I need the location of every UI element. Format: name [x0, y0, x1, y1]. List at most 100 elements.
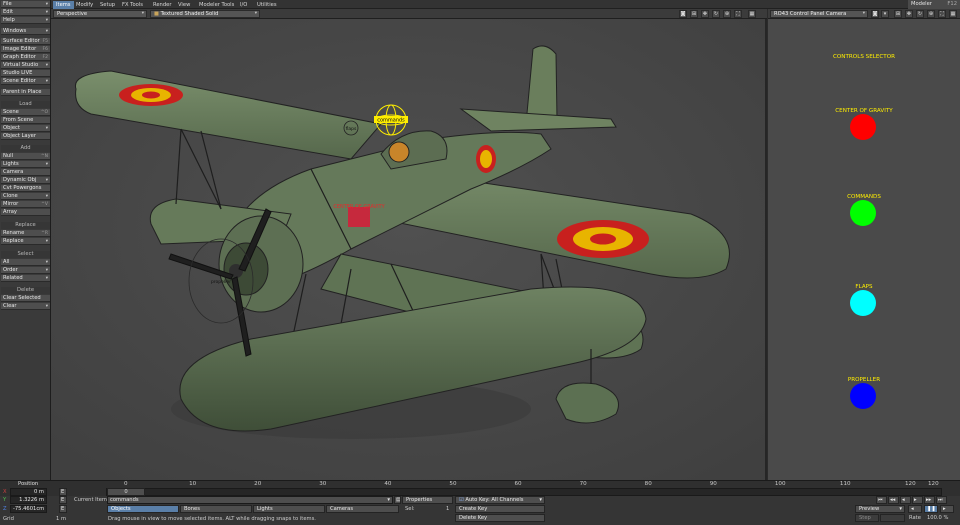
add-camera-button[interactable]: Camera — [1, 169, 50, 176]
viewport-options-icon[interactable]: ▦ — [949, 10, 957, 18]
mirror-button[interactable]: Mirror ^V — [1, 201, 50, 208]
create-key-button[interactable]: Create Key — [455, 505, 545, 513]
controls-selector-viewport[interactable]: CONTROLS SELECTOR CENTER OF GRAVITY COMM… — [768, 19, 960, 480]
grid-icon[interactable]: ⊞ — [894, 10, 902, 18]
parent-in-place-button[interactable]: Parent in Place — [1, 89, 50, 96]
play-icon[interactable]: ▸ — [912, 496, 923, 504]
control-dot-propeller[interactable] — [850, 383, 876, 409]
zoom-icon[interactable]: ⊕ — [723, 10, 731, 18]
menu-help[interactable]: Help ▾ — [1, 17, 50, 24]
render-mode-dropdown[interactable]: ■ Textured Shaded Solid ▾ — [150, 10, 260, 18]
render-mode-icon[interactable]: ▾ — [881, 10, 889, 18]
properties-button[interactable]: Properties — [402, 496, 453, 504]
chevron-down-icon: ▾ — [45, 304, 48, 309]
clear-selected-button[interactable]: Clear Selected — [1, 295, 50, 302]
add-dynamic-obj-button[interactable]: Dynamic Obj ▾ — [1, 177, 50, 184]
virtual-studio-button[interactable]: Virtual Studio ▾ — [1, 62, 50, 69]
rotate-icon[interactable]: ↻ — [712, 10, 720, 18]
filter-objects-button[interactable]: Objects — [107, 505, 179, 513]
status-message: Drag mouse in view to move selected item… — [108, 516, 316, 522]
tab-utilities[interactable]: Utilities — [254, 1, 280, 9]
tab-view[interactable]: View — [175, 1, 193, 9]
viewport-options-icon[interactable]: ▦ — [748, 10, 756, 18]
chevron-down-icon: ▾ — [45, 276, 48, 281]
rename-button[interactable]: Rename ^R — [1, 230, 50, 237]
add-section-header: Add — [1, 145, 50, 152]
add-lights-button[interactable]: Lights ▾ — [1, 161, 50, 168]
timeline-slider[interactable]: 0 — [107, 488, 145, 496]
tab-modify[interactable]: Modify — [73, 1, 96, 9]
cvt-powergons-button[interactable]: Cvt Powergons — [1, 185, 50, 192]
auto-key-dropdown[interactable]: ☑ Auto Key: All Channels ▾ — [455, 496, 545, 504]
move-icon[interactable]: ✥ — [701, 10, 709, 18]
play-reverse-button[interactable]: ◂ — [908, 505, 922, 513]
current-item-dropdown[interactable]: commands ▾ — [107, 496, 393, 504]
step-back-icon[interactable]: ◂◂ — [888, 496, 899, 504]
windows-menu[interactable]: Windows ▾ — [1, 28, 50, 35]
control-dot-center-of-gravity[interactable] — [850, 114, 876, 140]
graph-editor-button[interactable]: Graph Editor F2 — [1, 54, 50, 61]
menu-edit[interactable]: Edit ▾ — [1, 9, 50, 16]
perspective-viewport[interactable]: commands flaps CENTER OF GRAVITY propell… — [51, 19, 767, 480]
load-scene-button[interactable]: Scene ^O — [1, 109, 50, 116]
scene-editor-button[interactable]: Scene Editor ▾ — [1, 78, 50, 85]
roundel-fuselage — [476, 145, 496, 173]
zoom-icon[interactable]: ⊕ — [927, 10, 935, 18]
tab-items[interactable]: Items — [53, 1, 74, 9]
load-from-scene-button[interactable]: From Scene — [1, 117, 50, 124]
array-button[interactable]: Array — [1, 209, 50, 216]
z-position-field[interactable]: -75.4601cm — [10, 505, 47, 513]
camera-icon[interactable]: ◙ — [679, 10, 687, 18]
play-forward-button[interactable]: ▸ — [940, 505, 954, 513]
x-envelope-button[interactable]: E — [59, 488, 67, 496]
tab-fx-tools[interactable]: FX Tools — [119, 1, 146, 9]
y-position-field[interactable]: 1.3226 m — [10, 496, 47, 504]
studio-live-button[interactable]: Studio LIVE — [1, 70, 50, 77]
timeline-track[interactable]: 0 — [106, 488, 942, 496]
add-null-button[interactable]: Null ^N — [1, 153, 50, 160]
control-dot-flaps[interactable] — [850, 290, 876, 316]
grid-icon[interactable]: ⊞ — [690, 10, 698, 18]
delete-key-button[interactable]: Delete Key — [455, 514, 545, 522]
preview-dropdown[interactable]: Preview ▾ — [855, 505, 905, 513]
filter-cameras-button[interactable]: Cameras — [326, 505, 399, 513]
step-value-field[interactable] — [880, 514, 905, 522]
jump-end-icon[interactable]: ⏭ — [936, 496, 947, 504]
camera-icon[interactable]: ◙ — [871, 10, 879, 18]
camera-dropdown[interactable]: RO43 Control Panel Camera ▾ — [770, 10, 868, 18]
tab-modeler-tools[interactable]: Modeler Tools — [196, 1, 237, 9]
image-editor-button[interactable]: Image Editor F6 — [1, 46, 50, 53]
pause-button[interactable]: ❚❚ — [924, 505, 938, 513]
clone-button[interactable]: Clone ▾ — [1, 193, 50, 200]
view-mode-dropdown[interactable]: Perspective ▾ — [53, 10, 147, 18]
load-object-button[interactable]: Object ▾ — [1, 125, 50, 132]
maximize-icon[interactable]: ⛶ — [938, 10, 946, 18]
maximize-icon[interactable]: ⛶ — [734, 10, 742, 18]
control-dot-commands[interactable] — [850, 200, 876, 226]
filter-lights-button[interactable]: Lights — [253, 505, 325, 513]
surface-editor-button[interactable]: Surface Editor F5 — [1, 38, 50, 45]
step-button[interactable]: Step — [855, 514, 879, 522]
step-forward-icon[interactable]: ▸▸ — [924, 496, 935, 504]
jump-start-icon[interactable]: ⏮ — [876, 496, 887, 504]
select-related-button[interactable]: Related ▾ — [1, 275, 50, 282]
play-reverse-icon[interactable]: ◂ — [900, 496, 911, 504]
tab-setup[interactable]: Setup — [97, 1, 118, 9]
select-order-button[interactable]: Order ▾ — [1, 267, 50, 274]
modeler-button[interactable]: Modeler F12 — [908, 0, 960, 9]
replace-button[interactable]: Replace ▾ — [1, 238, 50, 245]
clear-button[interactable]: Clear ▾ — [1, 303, 50, 310]
select-all-button[interactable]: All ▾ — [1, 259, 50, 266]
x-position-field[interactable]: 0 m — [10, 488, 47, 496]
menu-file[interactable]: File ▾ — [1, 1, 50, 8]
timeline-tick-label: 70 — [579, 481, 587, 487]
load-object-layer-button[interactable]: Object Layer — [1, 133, 50, 140]
filter-bones-button[interactable]: Bones — [180, 505, 252, 513]
item-picker-icon[interactable]: ▤ — [394, 496, 401, 504]
y-envelope-button[interactable]: E — [59, 496, 67, 504]
rotate-icon[interactable]: ↻ — [916, 10, 924, 18]
tab-io[interactable]: I/O — [237, 1, 250, 9]
tab-render[interactable]: Render — [150, 1, 174, 9]
move-icon[interactable]: ✥ — [905, 10, 913, 18]
z-envelope-button[interactable]: E — [59, 505, 67, 513]
